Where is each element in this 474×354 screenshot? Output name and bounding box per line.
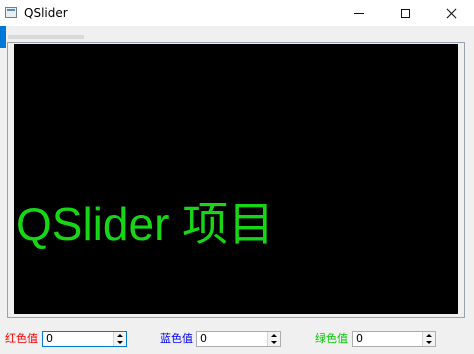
close-button[interactable] bbox=[428, 0, 474, 26]
maximize-icon bbox=[400, 8, 410, 18]
focus-accent-bar bbox=[0, 26, 6, 48]
top-strip bbox=[8, 35, 84, 39]
arrow-down-icon bbox=[426, 341, 432, 344]
red-decrement-button[interactable] bbox=[114, 339, 126, 346]
red-spinbox[interactable]: 0 bbox=[42, 331, 127, 347]
display-label: QSlider 项目 bbox=[16, 198, 275, 250]
green-value: 0 bbox=[356, 332, 363, 345]
app-window-icon bbox=[5, 7, 17, 18]
minimize-button[interactable] bbox=[336, 0, 382, 26]
green-spin-buttons bbox=[422, 332, 435, 346]
arrow-up-icon bbox=[271, 334, 277, 337]
window-title: QSlider bbox=[24, 6, 68, 20]
green-label: 绿色值 bbox=[315, 332, 348, 345]
title-bar: QSlider bbox=[0, 0, 474, 26]
blue-spinbox[interactable]: 0 bbox=[196, 331, 281, 347]
blue-label: 蓝色值 bbox=[160, 332, 193, 345]
blue-increment-button[interactable] bbox=[268, 332, 280, 339]
green-increment-button[interactable] bbox=[423, 332, 435, 339]
blue-spin-buttons bbox=[267, 332, 280, 346]
arrow-down-icon bbox=[271, 341, 277, 344]
red-label: 红色值 bbox=[5, 332, 38, 345]
green-spinbox[interactable]: 0 bbox=[352, 331, 436, 347]
green-decrement-button[interactable] bbox=[423, 339, 435, 346]
maximize-button[interactable] bbox=[382, 0, 428, 26]
close-icon bbox=[446, 8, 457, 19]
color-display: QSlider 项目 bbox=[14, 44, 458, 314]
minimize-icon bbox=[354, 12, 364, 14]
red-increment-button[interactable] bbox=[114, 332, 126, 339]
arrow-up-icon bbox=[117, 334, 123, 337]
red-value: 0 bbox=[46, 332, 53, 345]
blue-decrement-button[interactable] bbox=[268, 339, 280, 346]
arrow-down-icon bbox=[117, 341, 123, 344]
blue-value: 0 bbox=[200, 332, 207, 345]
arrow-up-icon bbox=[426, 334, 432, 337]
red-spin-buttons bbox=[113, 332, 126, 346]
